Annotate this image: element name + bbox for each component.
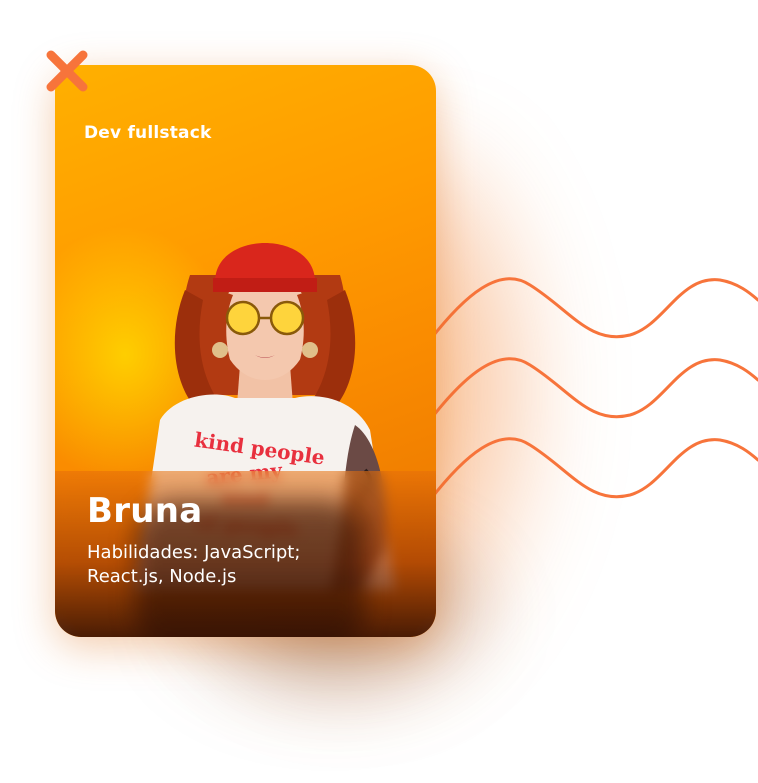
info-panel: Bruna Habilidades: JavaScript; React.js,… [55,471,436,637]
wave-decoration-icon [428,277,758,502]
skills-line-2: React.js, Node.js [87,566,237,587]
skills-line-1: Habilidades: JavaScript; [87,542,301,563]
profile-card-stage: Dev fullstack kind people are my kind of… [0,0,758,783]
skills-text: Habilidades: JavaScript; React.js, Node.… [87,541,347,589]
profile-card[interactable]: Dev fullstack kind people are my kind of… [55,65,436,637]
close-icon[interactable] [44,48,90,94]
profile-name: Bruna [87,491,203,531]
role-label: Dev fullstack [84,123,212,143]
